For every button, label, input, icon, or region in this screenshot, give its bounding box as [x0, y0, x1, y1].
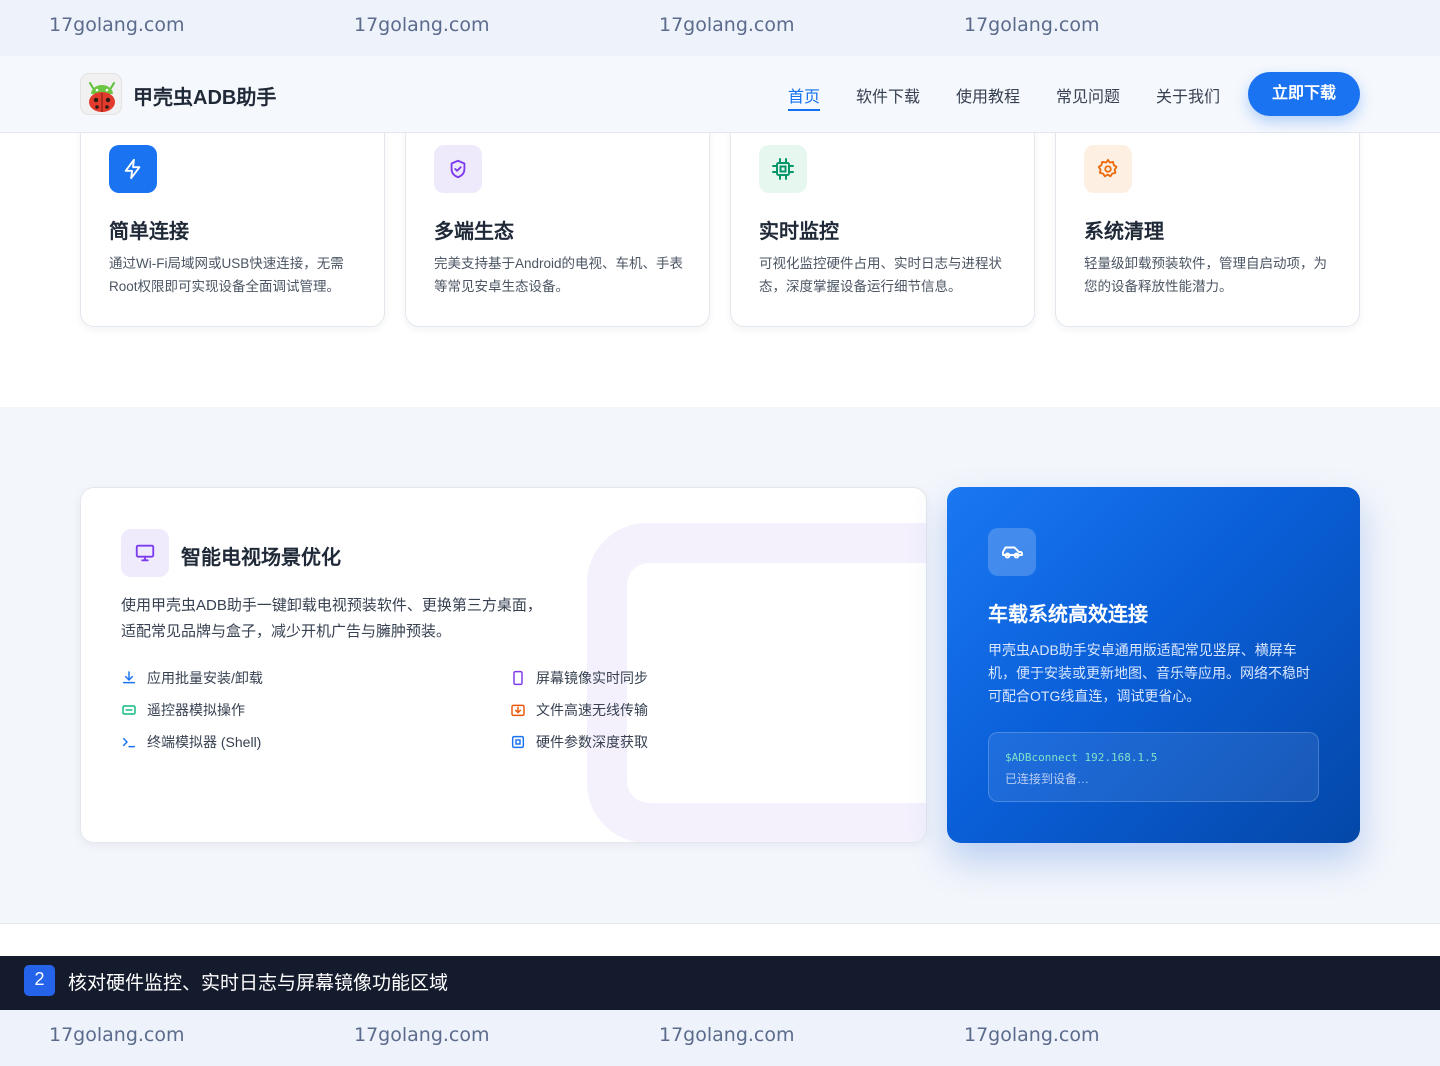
feature-title: 简单连接: [109, 221, 189, 243]
feature-desc: 通过Wi-Fi局域网或USB快速连接，无需Root权限即可实现设备全面调试管理。: [109, 256, 344, 294]
terminal-command: $ADBconnect 192.168.1.5: [1005, 751, 1158, 764]
remote-icon: [122, 705, 136, 715]
watermark-strip-top: 17golang.com 17golang.com 17golang.com 1…: [0, 0, 1440, 56]
chip-icon: [511, 735, 525, 749]
step-number-badge: 2: [24, 965, 55, 996]
step-caption-bar: 2 核对硬件监控、实时日志与屏幕镜像功能区域: [0, 956, 1440, 1010]
terminal-output: 已连接到设备…: [1005, 772, 1090, 786]
feature-card-monitor: 实时监控 可视化监控硬件占用、实时日志与进程状态，深度掌握设备运行细节信息。: [730, 110, 1035, 327]
tv-feature-item: 遥控器模拟操作: [121, 700, 245, 720]
watermark-text: 17golang.com: [964, 1024, 1100, 1046]
tv-feature-item: 文件高速无线传输: [510, 700, 648, 720]
monitor-icon: [121, 529, 169, 577]
tv-feature-label: 屏幕镜像实时同步: [536, 670, 648, 686]
tv-feature-item: 应用批量安装/卸载: [121, 668, 263, 688]
terminal-icon: [122, 737, 136, 748]
car-card-desc: 甲壳虫ADB助手安卓通用版适配常见竖屏、横屏车机，便于安装或更新地图、音乐等应用…: [988, 642, 1310, 704]
step-caption-text: 核对硬件监控、实时日志与屏幕镜像功能区域: [68, 973, 449, 994]
download-icon: [122, 671, 136, 684]
watermark-text: 17golang.com: [659, 1024, 795, 1046]
transfer-icon: [511, 704, 525, 717]
car-icon: [988, 528, 1036, 576]
tv-feature-item: 终端模拟器 (Shell): [121, 732, 261, 752]
tv-card-title: 智能电视场景优化: [181, 547, 341, 569]
nav-tutorial[interactable]: 使用教程: [956, 83, 1020, 107]
tv-card-desc: 使用甲壳虫ADB助手一键卸载电视预装软件、更换第三方桌面，适配常见品牌与盒子，减…: [121, 597, 542, 640]
car-card-title: 车载系统高效连接: [988, 604, 1148, 626]
feature-desc: 可视化监控硬件占用、实时日志与进程状态，深度掌握设备运行细节信息。: [759, 256, 1002, 294]
car-scenario-card: 车载系统高效连接 甲壳虫ADB助手安卓通用版适配常见竖屏、横屏车机，便于安装或更…: [947, 487, 1360, 843]
chip-icon: [759, 145, 807, 193]
decorative-background-shape: [627, 563, 926, 803]
brand-name[interactable]: 甲壳虫ADB助手: [133, 81, 276, 110]
tv-feature-label: 文件高速无线传输: [536, 702, 648, 718]
watermark-text: 17golang.com: [354, 1024, 490, 1046]
watermark-text: 17golang.com: [659, 14, 795, 36]
gear-icon: [1084, 145, 1132, 193]
feature-desc: 完美支持基于Android的电视、车机、手表等常见安卓生态设备。: [434, 256, 684, 294]
tv-feature-label: 应用批量安装/卸载: [147, 670, 263, 686]
tv-feature-item: 屏幕镜像实时同步: [510, 668, 648, 688]
watermark-strip-bottom: 17golang.com 17golang.com 17golang.com 1…: [0, 1010, 1440, 1066]
tv-scenario-card: 智能电视场景优化 使用甲壳虫ADB助手一键卸载电视预装软件、更换第三方桌面，适配…: [80, 487, 927, 843]
feature-title: 系统清理: [1084, 221, 1164, 243]
tv-feature-label: 遥控器模拟操作: [147, 702, 245, 718]
feature-card-connect: 简单连接 通过Wi-Fi局域网或USB快速连接，无需Root权限即可实现设备全面…: [80, 110, 385, 327]
tv-feature-label: 终端模拟器 (Shell): [147, 734, 262, 750]
nav-download[interactable]: 软件下载: [856, 83, 920, 107]
lightning-icon: [109, 145, 157, 193]
feature-title: 实时监控: [759, 221, 839, 243]
nav-active-indicator: [788, 109, 820, 111]
feature-title: 多端生态: [434, 221, 514, 243]
watermark-text: 17golang.com: [964, 14, 1100, 36]
watermark-text: 17golang.com: [354, 14, 490, 36]
tv-feature-item: 硬件参数深度获取: [510, 732, 648, 752]
feature-card-clean: 系统清理 轻量级卸载预装软件，管理自启动项，为您的设备释放性能潜力。: [1055, 110, 1360, 327]
logo-icon[interactable]: [80, 73, 122, 115]
tv-feature-label: 硬件参数深度获取: [536, 734, 648, 750]
nav-home[interactable]: 首页: [788, 83, 820, 107]
shield-icon: [434, 145, 482, 193]
download-now-button[interactable]: 立即下载: [1248, 72, 1360, 116]
feature-card-ecosystem: 多端生态 完美支持基于Android的电视、车机、手表等常见安卓生态设备。: [405, 110, 710, 327]
watermark-text: 17golang.com: [49, 1024, 185, 1046]
watermark-text: 17golang.com: [49, 14, 185, 36]
phone-icon: [513, 670, 523, 686]
nav-about[interactable]: 关于我们: [1156, 83, 1220, 107]
feature-desc: 轻量级卸载预装软件，管理自启动项，为您的设备释放性能潜力。: [1084, 256, 1327, 294]
site-header: 甲壳虫ADB助手 首页 软件下载 使用教程 常见问题 关于我们 立即下载: [0, 56, 1440, 133]
nav-faq[interactable]: 常见问题: [1056, 83, 1120, 107]
terminal-preview: $ADBconnect 192.168.1.5 已连接到设备…: [988, 732, 1319, 802]
